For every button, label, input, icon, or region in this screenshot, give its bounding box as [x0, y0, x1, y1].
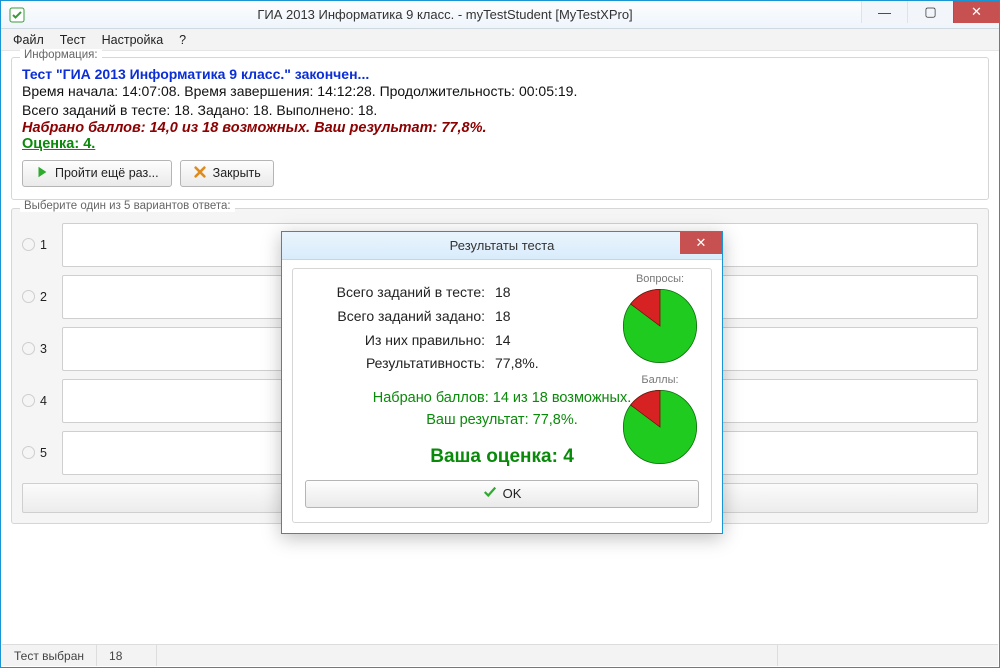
- results-dialog: Результаты теста ✕ Вопросы: Баллы:: [281, 231, 723, 534]
- stat-result-val: 77,8%.: [495, 352, 545, 376]
- status-cell-2: 18: [97, 645, 157, 666]
- answer-label: 1: [40, 238, 47, 252]
- answers-legend: Выберите один из 5 вариантов ответа:: [20, 200, 235, 212]
- answer-radio-5[interactable]: 5: [22, 446, 52, 460]
- stat-asked-val: 18: [495, 305, 545, 329]
- answer-label: 3: [40, 342, 47, 356]
- window-titlebar: ГИА 2013 Информатика 9 класс. - myTestSt…: [1, 1, 999, 29]
- answer-radio-2[interactable]: 2: [22, 290, 52, 304]
- info-legend: Информация:: [20, 49, 102, 61]
- retry-button-label: Пройти ещё раз...: [55, 166, 159, 180]
- status-cell-4: [778, 645, 998, 666]
- retry-button[interactable]: Пройти ещё раз...: [22, 160, 172, 187]
- window-title: ГИА 2013 Информатика 9 класс. - myTestSt…: [31, 7, 859, 22]
- status-bar: Тест выбран 18: [2, 644, 998, 666]
- info-score-line: Набрано баллов: 14,0 из 18 возможных. Ва…: [22, 120, 978, 136]
- stat-total-label: Всего заданий в тесте:: [305, 281, 495, 305]
- window-buttons: — ▢ ✕: [861, 1, 999, 23]
- questions-pie-icon: [617, 287, 703, 368]
- menu-help[interactable]: ?: [171, 31, 194, 49]
- stat-correct-val: 14: [495, 329, 545, 353]
- maximize-button[interactable]: ▢: [907, 1, 953, 23]
- ok-button[interactable]: OK: [305, 480, 699, 508]
- dialog-close-button[interactable]: ✕: [680, 232, 722, 254]
- answer-label: 5: [40, 446, 47, 460]
- stat-correct-label: Из них правильно:: [305, 329, 495, 353]
- answer-radio-4[interactable]: 4: [22, 394, 52, 408]
- close-test-button-label: Закрыть: [213, 166, 261, 180]
- status-cell-1: Тест выбран: [2, 645, 97, 666]
- close-test-button[interactable]: Закрыть: [180, 160, 274, 187]
- pie1-label: Вопросы:: [617, 273, 703, 285]
- answer-label: 4: [40, 394, 47, 408]
- pie-charts: Вопросы: Баллы:: [617, 273, 703, 475]
- minimize-button[interactable]: —: [861, 1, 907, 23]
- info-time-line: Время начала: 14:07:08. Время завершения…: [22, 82, 978, 101]
- menu-bar: Файл Тест Настройка ?: [1, 29, 999, 51]
- status-cell-3: [157, 645, 778, 666]
- check-green-icon: [483, 485, 497, 502]
- dialog-titlebar: Результаты теста ✕: [282, 232, 722, 260]
- close-x-icon: [193, 165, 207, 182]
- stat-asked-label: Всего заданий задано:: [305, 305, 495, 329]
- stat-result-label: Результативность:: [305, 352, 495, 376]
- points-pie-icon: [617, 388, 703, 469]
- info-test-title: Тест "ГИА 2013 Информатика 9 класс." зак…: [22, 66, 978, 82]
- answer-label: 2: [40, 290, 47, 304]
- ok-button-label: OK: [503, 486, 522, 501]
- close-button[interactable]: ✕: [953, 1, 999, 23]
- stat-total-val: 18: [495, 281, 545, 305]
- menu-settings[interactable]: Настройка: [94, 31, 172, 49]
- pie2-label: Баллы:: [617, 374, 703, 386]
- app-icon: [9, 7, 25, 23]
- answer-radio-3[interactable]: 3: [22, 342, 52, 356]
- play-icon: [35, 165, 49, 182]
- dialog-title: Результаты теста: [450, 238, 555, 253]
- info-grade-line: Оценка: 4.: [22, 136, 978, 152]
- info-groupbox: Информация: Тест "ГИА 2013 Информатика 9…: [11, 57, 989, 200]
- answer-radio-1[interactable]: 1: [22, 238, 52, 252]
- info-count-line: Всего заданий в тесте: 18. Задано: 18. В…: [22, 101, 978, 120]
- menu-test[interactable]: Тест: [52, 31, 94, 49]
- menu-file[interactable]: Файл: [5, 31, 52, 49]
- dialog-content: Вопросы: Баллы: Всего заданий в тесте:18: [292, 268, 712, 523]
